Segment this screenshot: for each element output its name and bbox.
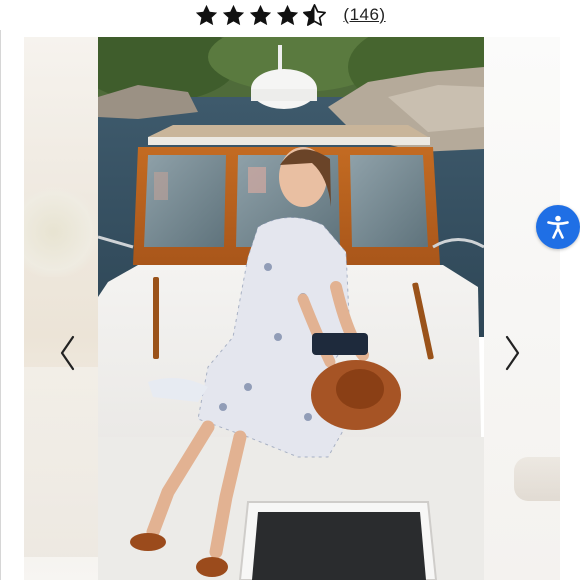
chevron-right-icon	[505, 335, 520, 371]
next-image-button[interactable]	[502, 333, 524, 373]
star-rating	[194, 3, 327, 28]
product-photo[interactable]	[98, 37, 484, 580]
accessibility-button[interactable]	[536, 205, 580, 249]
star-icon	[223, 4, 245, 25]
image-carousel	[0, 37, 580, 580]
star-icon	[250, 4, 272, 25]
star-icon	[277, 4, 299, 25]
half-star-icon	[303, 3, 327, 26]
review-count-link[interactable]: (146)	[343, 5, 385, 25]
star-icon	[196, 4, 218, 25]
next-image-preview[interactable]	[484, 37, 560, 580]
product-rating: (146)	[0, 0, 580, 30]
chevron-left-icon	[60, 335, 75, 371]
accessibility-person-icon	[547, 215, 569, 239]
previous-image-button[interactable]	[56, 333, 78, 373]
previous-image-preview[interactable]	[24, 37, 98, 580]
